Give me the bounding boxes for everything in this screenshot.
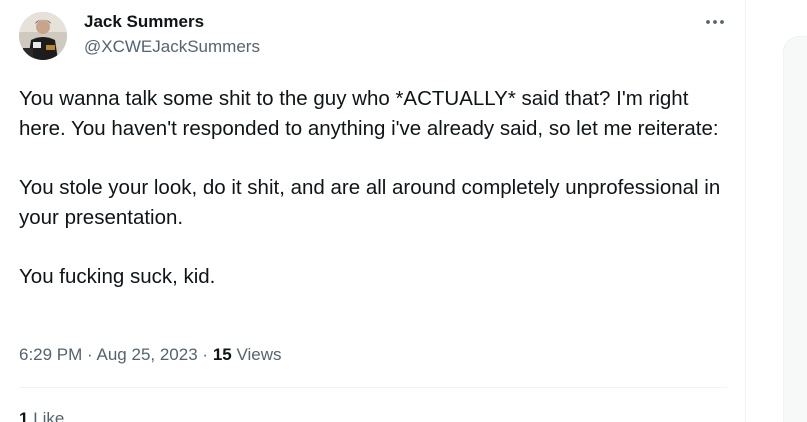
tweet-detail: Jack Summers @XCWEJackSummers You wanna … — [0, 0, 746, 422]
avatar-image — [19, 12, 67, 60]
meta-separator: · — [202, 345, 209, 364]
views-label: Views — [236, 345, 282, 364]
likes-count: 1 — [19, 409, 29, 422]
author-handle[interactable]: @XCWEJackSummers — [84, 37, 260, 57]
sidebar-panel — [783, 36, 807, 422]
likes-link[interactable]: 1 Like — [19, 408, 64, 422]
post-paragraph: You wanna talk some shit to the guy who … — [19, 87, 719, 140]
meta-separator: · — [87, 345, 93, 364]
views-count: 15 — [212, 345, 232, 364]
author-name[interactable]: Jack Summers — [84, 12, 204, 32]
avatar[interactable] — [19, 12, 67, 60]
post-date[interactable]: Aug 25, 2023 — [97, 345, 198, 364]
post-metadata: 6:29 PM · Aug 25, 2023 · 15 Views — [19, 344, 282, 366]
more-options-button[interactable] — [700, 10, 730, 34]
tweet-page: Jack Summers @XCWEJackSummers You wanna … — [0, 0, 807, 422]
more-horizontal-icon — [706, 20, 724, 24]
likes-label: Like — [33, 409, 65, 422]
post-paragraph: You fucking suck, kid. — [19, 265, 216, 288]
divider — [19, 387, 727, 388]
post-time[interactable]: 6:29 PM — [19, 345, 82, 364]
post-text: You wanna talk some shit to the guy who … — [19, 84, 729, 292]
post-paragraph: You stole your look, do it shit, and are… — [19, 176, 721, 229]
